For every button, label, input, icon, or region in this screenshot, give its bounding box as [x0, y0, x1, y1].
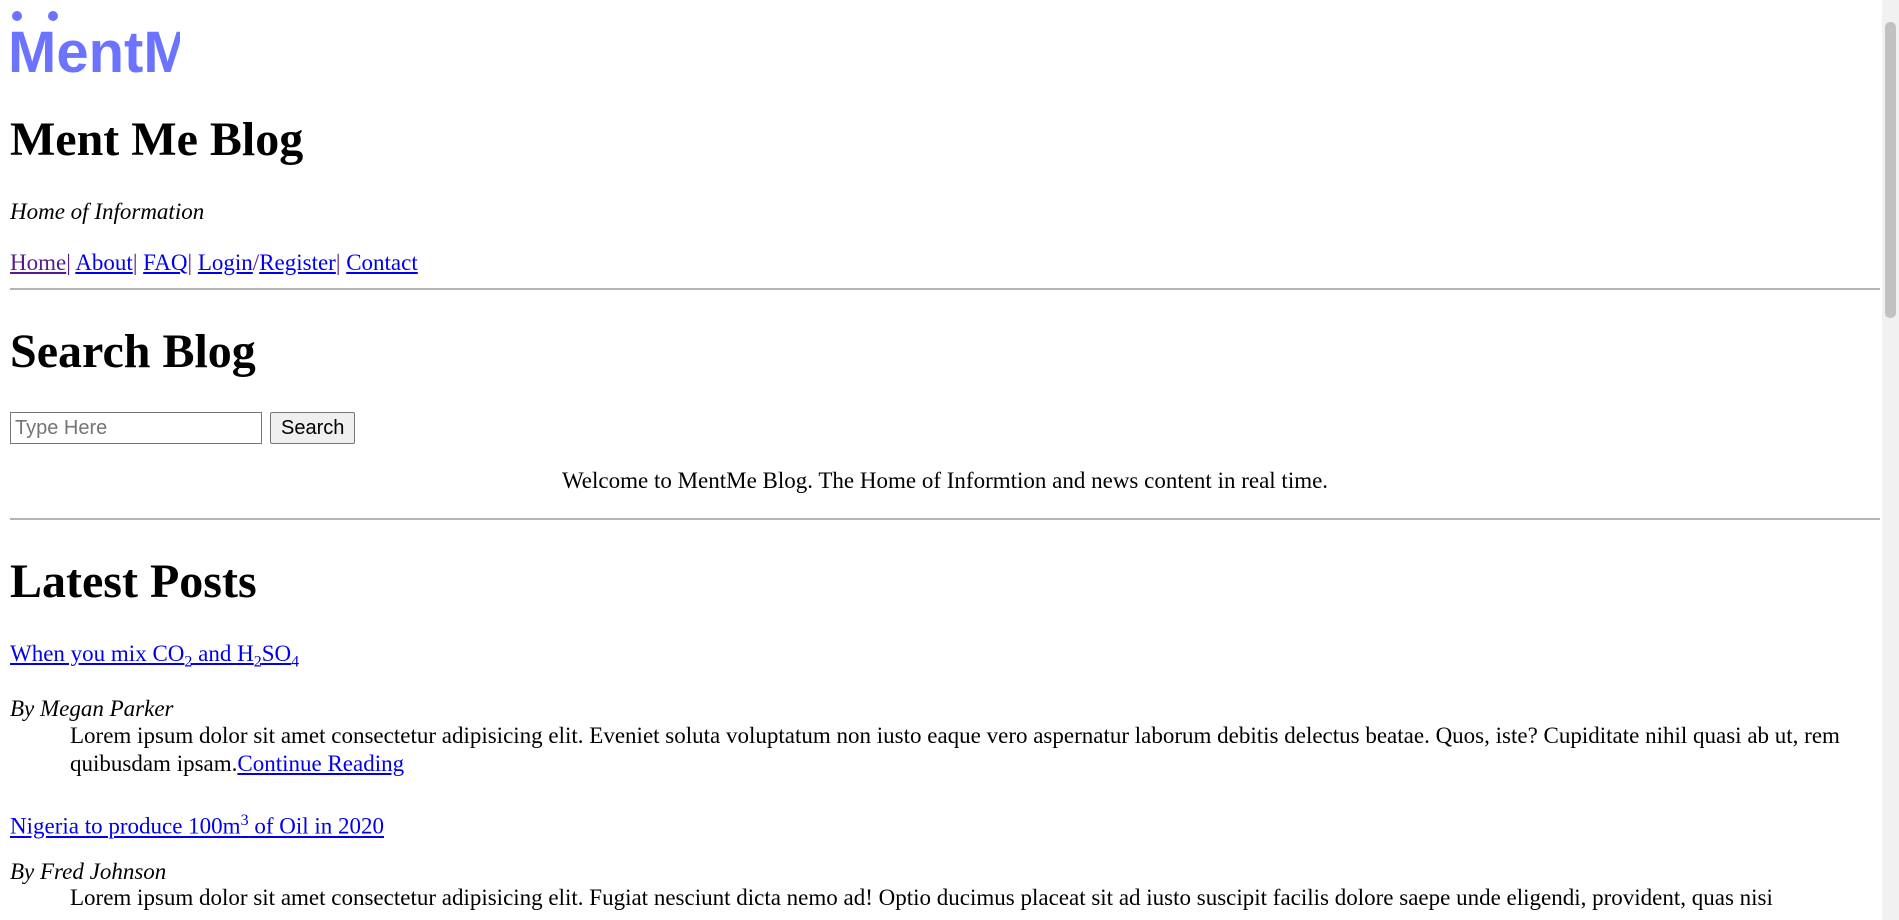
post-title-text: Nigeria to produce 100m — [10, 813, 241, 839]
nav-separator: | — [335, 250, 341, 275]
nav-separator: | — [66, 250, 71, 275]
post-title-link[interactable]: When you mix CO2 and H2SO4 — [10, 640, 299, 677]
main-nav: Home| About| FAQ| Login/Register| Contac… — [10, 249, 418, 277]
search-input[interactable] — [10, 412, 262, 444]
search-form: Search — [10, 412, 356, 444]
nav-register-link[interactable]: Register — [259, 250, 336, 275]
post-author: By Megan Parker — [10, 696, 174, 721]
nav-faq-link[interactable]: FAQ — [143, 250, 187, 275]
post-title-text: and H — [192, 641, 254, 666]
post-title-text: of Oil in 2020 — [248, 813, 385, 839]
mentme-logo[interactable]: MentMe — [10, 10, 180, 76]
post-title-text: SO — [261, 641, 292, 666]
superscript: 3 — [240, 812, 249, 829]
logo-text: MentMe — [10, 20, 180, 76]
nav-login-link[interactable]: Login — [198, 250, 253, 275]
blog-title: Ment Me Blog — [10, 113, 304, 166]
continue-reading-link[interactable]: Continue Reading — [237, 751, 404, 776]
nav-separator: | — [132, 250, 138, 275]
post-excerpt: Lorem ipsum dolor sit amet consectetur a… — [70, 884, 1880, 912]
post-excerpt: Lorem ipsum dolor sit amet consectetur a… — [70, 722, 1880, 778]
post-excerpt-text: Lorem ipsum dolor sit amet consectetur a… — [70, 885, 1773, 910]
nav-home-link[interactable]: Home — [10, 250, 66, 275]
nav-about-link[interactable]: About — [75, 250, 133, 275]
divider — [10, 288, 1880, 290]
page-scrollbar[interactable] — [1882, 0, 1899, 920]
blog-tagline: Home of Information — [10, 199, 205, 224]
post-title-link[interactable]: Nigeria to produce 100m3 of Oil in 2020 — [10, 807, 384, 841]
post-title-text: When you mix CO — [10, 641, 185, 666]
welcome-message: Welcome to MentMe Blog. The Home of Info… — [561, 468, 1329, 493]
post-author: By Fred Johnson — [10, 859, 167, 884]
search-button[interactable]: Search — [270, 412, 356, 444]
divider — [10, 518, 1880, 520]
search-heading: Search Blog — [10, 325, 256, 378]
nav-contact-link[interactable]: Contact — [346, 250, 418, 275]
nav-separator: | — [187, 250, 193, 275]
scrollbar-thumb[interactable] — [1885, 22, 1896, 318]
latest-posts-heading: Latest Posts — [10, 555, 257, 608]
subscript: 2 — [253, 653, 262, 671]
subscript: 4 — [291, 653, 300, 671]
